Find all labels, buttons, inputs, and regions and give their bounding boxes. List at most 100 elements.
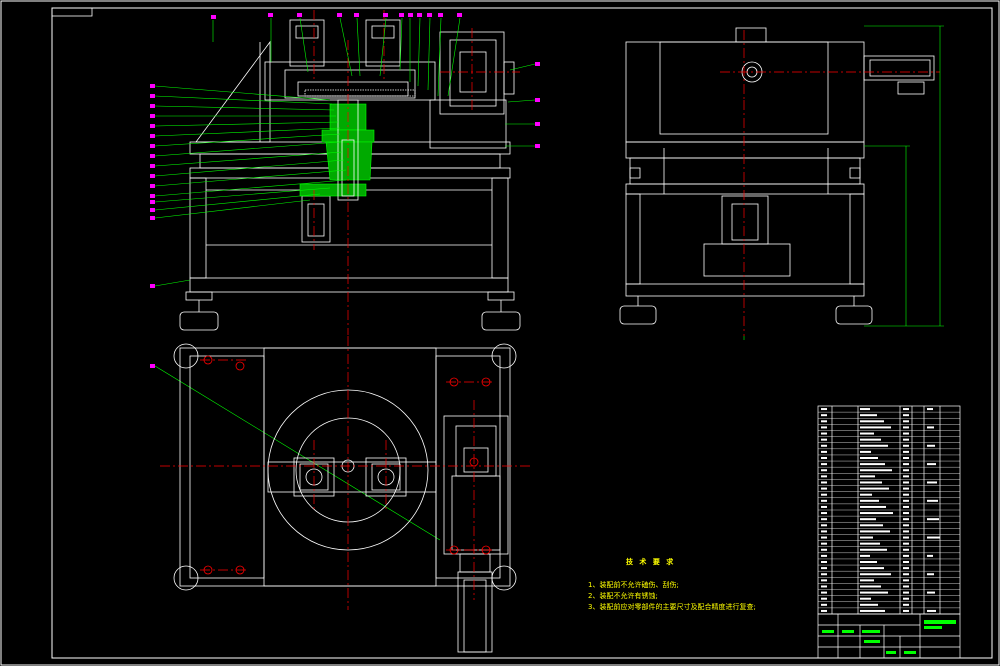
bom-cell-mark bbox=[821, 567, 827, 570]
bom-cell-mark bbox=[821, 512, 827, 515]
bom-cell-mark bbox=[927, 444, 935, 447]
bom-cell-mark bbox=[927, 609, 936, 612]
bom-cell-mark bbox=[821, 444, 827, 447]
bom-cell-mark bbox=[903, 609, 909, 612]
front-view-section-hatch bbox=[299, 103, 375, 197]
cad-drawing-sheet bbox=[0, 0, 1000, 666]
bom-cell-mark bbox=[821, 609, 827, 612]
bom-cell-mark bbox=[821, 426, 827, 429]
bom-cell-mark bbox=[903, 450, 909, 453]
side-view-dimensions bbox=[743, 25, 944, 340]
bom-cell-mark bbox=[927, 408, 933, 411]
bom-cell-mark bbox=[821, 493, 827, 496]
bom-cell-mark bbox=[860, 603, 878, 606]
bom-cell-mark bbox=[903, 579, 909, 582]
bom-cell-mark bbox=[903, 554, 909, 557]
bom-cell-mark bbox=[860, 597, 871, 600]
bom-cell-mark bbox=[903, 432, 909, 435]
bom-cell-mark bbox=[903, 414, 909, 417]
bom-cell-mark bbox=[903, 475, 909, 478]
bom-cell-mark bbox=[821, 530, 827, 533]
bom-cell-mark bbox=[927, 591, 935, 594]
bom-cell-mark bbox=[821, 579, 827, 582]
bom-cell-mark bbox=[860, 469, 892, 472]
bom-cell-mark bbox=[860, 438, 881, 441]
bom-cell-mark bbox=[821, 542, 827, 545]
bom-cell-mark bbox=[860, 487, 889, 490]
bom-cell-mark bbox=[860, 505, 886, 508]
tech-requirements-title: 技 术 要 求 bbox=[626, 558, 676, 566]
bom-cell-mark bbox=[860, 481, 882, 484]
bom-cell-mark bbox=[821, 432, 827, 435]
bom-cell-mark bbox=[860, 512, 893, 515]
bom-cell-mark bbox=[821, 548, 827, 551]
bom-cell-mark bbox=[903, 561, 909, 563]
bom-cell-mark bbox=[821, 554, 827, 557]
top-view-bolt-holes bbox=[203, 355, 491, 575]
bom-row-lines bbox=[818, 411, 960, 609]
bom-cell-mark bbox=[821, 457, 827, 459]
bom-cell-mark bbox=[903, 463, 909, 466]
bom-cell-mark bbox=[821, 463, 827, 466]
bom-cell-mark bbox=[821, 481, 827, 484]
bom-cell-mark bbox=[927, 426, 934, 429]
bom-cell-mark bbox=[860, 426, 891, 429]
bom-cell-mark bbox=[860, 609, 885, 612]
bom-cell-mark bbox=[903, 518, 909, 521]
bom-cell-mark bbox=[903, 469, 909, 472]
bom-cell-mark bbox=[903, 591, 909, 594]
bom-cell-mark bbox=[903, 457, 909, 459]
sheet-inner-frame bbox=[51, 7, 993, 659]
bom-cell-mark bbox=[821, 475, 827, 478]
bom-cell-mark bbox=[903, 603, 909, 606]
bom-cell-mark bbox=[927, 573, 934, 576]
bom-cell-mark bbox=[860, 530, 890, 533]
bom-cell-mark bbox=[903, 481, 909, 484]
bom-cell-mark bbox=[860, 414, 877, 417]
side-view bbox=[619, 27, 935, 325]
bom-cell-mark bbox=[903, 530, 909, 533]
bom-cell-mark bbox=[821, 414, 827, 417]
bom-cell-mark bbox=[860, 518, 876, 521]
bom-cell-mark bbox=[821, 420, 827, 423]
bom-cell-mark bbox=[821, 505, 827, 508]
bom-cell-mark bbox=[927, 518, 939, 521]
bom-cell-mark bbox=[860, 554, 870, 557]
bom-cell-mark bbox=[821, 518, 827, 521]
bom-cell-mark bbox=[821, 585, 827, 588]
bom-cell-mark bbox=[821, 573, 827, 576]
bom-cell-mark bbox=[860, 536, 873, 539]
bom-cell-mark bbox=[903, 567, 909, 570]
bom-cell-mark bbox=[860, 548, 887, 551]
bom-cell-mark bbox=[903, 542, 909, 545]
bom-cell-mark bbox=[860, 444, 888, 447]
bom-cell-mark bbox=[821, 438, 827, 441]
bom-cell-mark bbox=[860, 567, 884, 570]
bom-cell-mark bbox=[821, 450, 827, 453]
bom-cell-mark bbox=[927, 536, 940, 539]
bom-cell-mark bbox=[860, 450, 871, 453]
bom-cell-mark bbox=[860, 499, 879, 502]
bom-cell-mark bbox=[903, 524, 909, 527]
tech-requirement-3: 3、装配前应对零部件的主要尺寸及配合精度进行复查; bbox=[588, 603, 756, 611]
top-view bbox=[173, 343, 517, 653]
bom-cell-mark bbox=[903, 444, 909, 447]
bom-cell-mark bbox=[821, 469, 827, 472]
bom-cell-mark bbox=[860, 542, 880, 545]
top-view-centerlines bbox=[160, 336, 530, 610]
bom-cell-mark bbox=[903, 493, 909, 496]
bom-cell-mark bbox=[821, 408, 827, 411]
bom-cell-mark bbox=[903, 499, 909, 502]
bom-cell-mark bbox=[903, 505, 909, 508]
bom-cell-mark bbox=[821, 487, 827, 490]
bom-cell-mark bbox=[860, 573, 891, 576]
bom-cell-mark bbox=[927, 554, 933, 557]
bom-cell-mark bbox=[903, 426, 909, 429]
bom-cell-mark bbox=[903, 512, 909, 515]
bom-cell-mark bbox=[903, 573, 909, 576]
bom-cell-mark bbox=[821, 536, 827, 539]
bom-cell-mark bbox=[903, 420, 909, 423]
frame-corner-tab bbox=[51, 7, 93, 17]
bom-cell-mark bbox=[903, 438, 909, 441]
bom-cell-mark bbox=[821, 603, 827, 606]
